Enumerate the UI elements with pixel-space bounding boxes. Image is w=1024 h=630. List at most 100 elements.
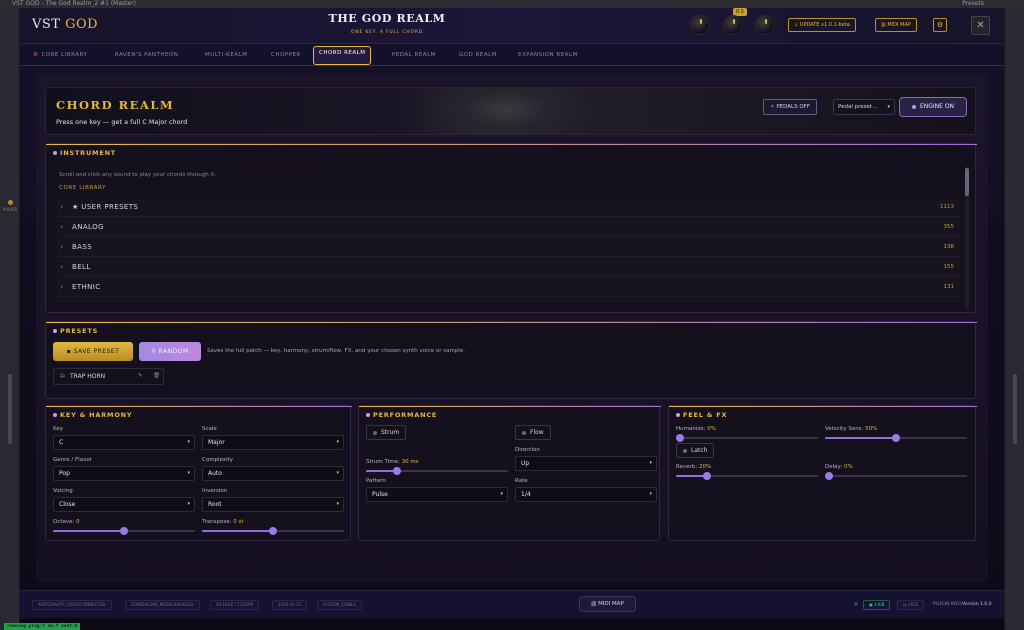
scale-label: Scale xyxy=(202,426,217,432)
strum-toggle[interactable]: Strum xyxy=(366,425,407,440)
flow-toggle[interactable]: Flow xyxy=(515,425,551,440)
scale-select[interactable]: Major ▾ xyxy=(202,435,344,450)
status-bar: running plug:Y ok:Y sent:0 xyxy=(4,623,81,630)
saved-preset-chip[interactable]: ▤ TRAP HORN ✎ 🗑 xyxy=(53,368,164,385)
slider-handle[interactable] xyxy=(120,527,128,535)
update-button[interactable]: ⇣ UPDATE v1.0.1-beta xyxy=(788,18,856,32)
deity-face-image xyxy=(416,88,596,134)
slider-handle[interactable] xyxy=(892,434,900,442)
complexity-label: Complexity xyxy=(202,457,234,463)
pedal-preset-select[interactable]: Pedal preset… ▾ xyxy=(833,99,895,115)
tab-pedal-realm[interactable]: PEDAL REALM xyxy=(387,47,441,63)
performance-title-text: PERFORMANCE xyxy=(373,411,438,419)
category-row[interactable]: ▸ ETHNIC 131 xyxy=(57,278,960,297)
random-button[interactable]: ⚲ RANDOM xyxy=(139,342,201,361)
footer-status-chip: STANDALONE_MODE//ENABLED xyxy=(125,600,200,610)
scroll-thumb[interactable] xyxy=(965,168,969,196)
tab-chord-realm[interactable]: CHORD REALM xyxy=(313,46,372,65)
tab-ravens-pantheon[interactable]: RAVEN'S PANTHEON xyxy=(110,47,183,63)
category-row[interactable]: ▸ ★ USER PRESETS 1113 xyxy=(57,198,960,217)
tab-bar: ⚙ CORE LIBRARY RAVEN'S PANTHEON MULTI-REA… xyxy=(20,44,1004,66)
tab-core-library[interactable]: ⚙ CORE LIBRARY xyxy=(28,47,92,63)
page-title: THE GOD REALM xyxy=(328,12,446,25)
section-dot-icon xyxy=(53,329,57,333)
slider-handle[interactable] xyxy=(392,467,401,475)
save-preset-button[interactable]: ▪ SAVE PRESET xyxy=(53,342,133,361)
window-right-label[interactable]: Presets xyxy=(962,0,984,8)
chevron-down-icon: ▾ xyxy=(649,460,652,466)
footer-status-chip: 2026-01-11 xyxy=(272,600,308,610)
key-value: C xyxy=(59,439,64,446)
hero-subtitle: Press one key — get a full C Major chord xyxy=(56,118,188,126)
macro-knob-1[interactable] xyxy=(690,15,710,35)
velocity-sens-slider[interactable] xyxy=(825,434,967,442)
tab-chopper[interactable]: CHOPPER xyxy=(266,47,306,63)
slider-handle[interactable] xyxy=(676,434,684,442)
humanize-slider[interactable] xyxy=(676,434,818,442)
genre-value: Pop xyxy=(59,470,70,477)
tab-expansion-realm[interactable]: EXPANSION REALM xyxy=(513,47,583,63)
settings-button[interactable]: ⚙ xyxy=(933,18,947,32)
slider-handle[interactable] xyxy=(702,472,711,480)
pedals-toggle-button[interactable]: ✧ PEDALS OFF xyxy=(763,99,818,115)
edit-icon[interactable]: ✎ xyxy=(138,369,143,384)
reverb-slider[interactable] xyxy=(676,472,818,480)
logo-text-a: VST xyxy=(32,17,61,32)
cpu-value: 3 KiB xyxy=(874,602,885,607)
transpose-slider[interactable] xyxy=(202,527,344,535)
latch-toggle[interactable]: Latch xyxy=(676,443,715,458)
complexity-select[interactable]: Auto ▾ xyxy=(202,466,344,481)
genre-select[interactable]: Pop ▾ xyxy=(53,466,195,481)
octave-value: 0 xyxy=(76,519,80,525)
instrument-category-list[interactable]: ▸ ★ USER PRESETS 1113 ▸ ANALOG 355 ▸ BASS 138 … xyxy=(57,198,960,302)
engine-toggle-button[interactable]: ENGINE ON xyxy=(899,97,967,117)
tab-multi-realm[interactable]: MULTI-REALM xyxy=(200,47,252,63)
voicing-select[interactable]: Close ▾ xyxy=(53,497,195,512)
header-midi-map-button[interactable]: ▥ MIDI MAP xyxy=(875,18,917,32)
panel-accent-line xyxy=(359,406,661,407)
power-indicator[interactable]: POWER xyxy=(2,200,18,212)
delay-slider[interactable] xyxy=(825,472,967,480)
key-select[interactable]: C ▾ xyxy=(53,435,195,450)
category-row[interactable]: ▸ FX 88 xyxy=(57,298,960,302)
presets-panel: PRESETS ▪ SAVE PRESET ⚲ RANDOM Saves the… xyxy=(45,321,977,399)
left-scrollbar[interactable] xyxy=(8,374,12,444)
strum-time-slider[interactable] xyxy=(366,467,508,475)
macro-knob-3[interactable] xyxy=(755,15,775,35)
pattern-select[interactable]: Pulse ▾ xyxy=(366,487,508,502)
instrument-note: Scroll and click any sound to play your … xyxy=(59,172,216,178)
plugin-info-link[interactable]: PLUGIN INFO xyxy=(933,600,962,610)
right-scrollbar[interactable] xyxy=(1013,374,1017,444)
instrument-list-scrollbar[interactable] xyxy=(965,166,969,309)
velocity-sens-label: Velocity Sens: 50% xyxy=(825,426,877,432)
octave-slider[interactable] xyxy=(53,527,195,535)
tab-god-realm[interactable]: GOD REALM xyxy=(454,47,502,63)
feel-fx-title-text: FEEL & FX xyxy=(683,411,728,419)
trash-icon[interactable]: 🗑 xyxy=(153,369,160,384)
category-name: FX xyxy=(72,298,82,302)
panel-accent-line xyxy=(46,406,352,407)
slider-handle[interactable] xyxy=(269,527,277,535)
category-row[interactable]: ▸ ANALOG 355 xyxy=(57,218,960,237)
header: VST GOD THE GOD REALM ONE KEY. A FULL CH… xyxy=(20,8,1004,44)
footer-midi-map-button[interactable]: ▥ MIDI MAP xyxy=(579,596,636,612)
slider-handle[interactable] xyxy=(825,472,833,480)
rate-select[interactable]: 1/4 ▾ xyxy=(515,487,657,502)
macro-knob-2[interactable] xyxy=(723,15,743,35)
category-count: 355 xyxy=(943,224,955,230)
tab-label: RAVEN'S PANTHEON xyxy=(115,52,179,58)
category-count: 1113 xyxy=(940,204,954,210)
save-preset-label: SAVE PRESET xyxy=(73,348,120,355)
rate-value: 1/4 xyxy=(521,491,531,498)
chevron-right-icon: ▸ xyxy=(61,245,64,250)
transpose-label-text: Transpose: xyxy=(202,519,232,525)
footer-status-chip: 44.1KHZ / 512SMP xyxy=(210,600,260,610)
category-row[interactable]: ▸ BELL 155 xyxy=(57,258,960,277)
direction-select[interactable]: Up ▾ xyxy=(515,456,657,471)
chevron-down-icon: ▾ xyxy=(336,439,339,445)
category-row[interactable]: ▸ BASS 138 xyxy=(57,238,960,257)
inversion-select[interactable]: Root ▾ xyxy=(202,497,344,512)
close-button[interactable]: ✕ xyxy=(971,16,990,35)
random-label: RANDOM xyxy=(158,348,189,355)
knob-indicator xyxy=(733,19,735,24)
